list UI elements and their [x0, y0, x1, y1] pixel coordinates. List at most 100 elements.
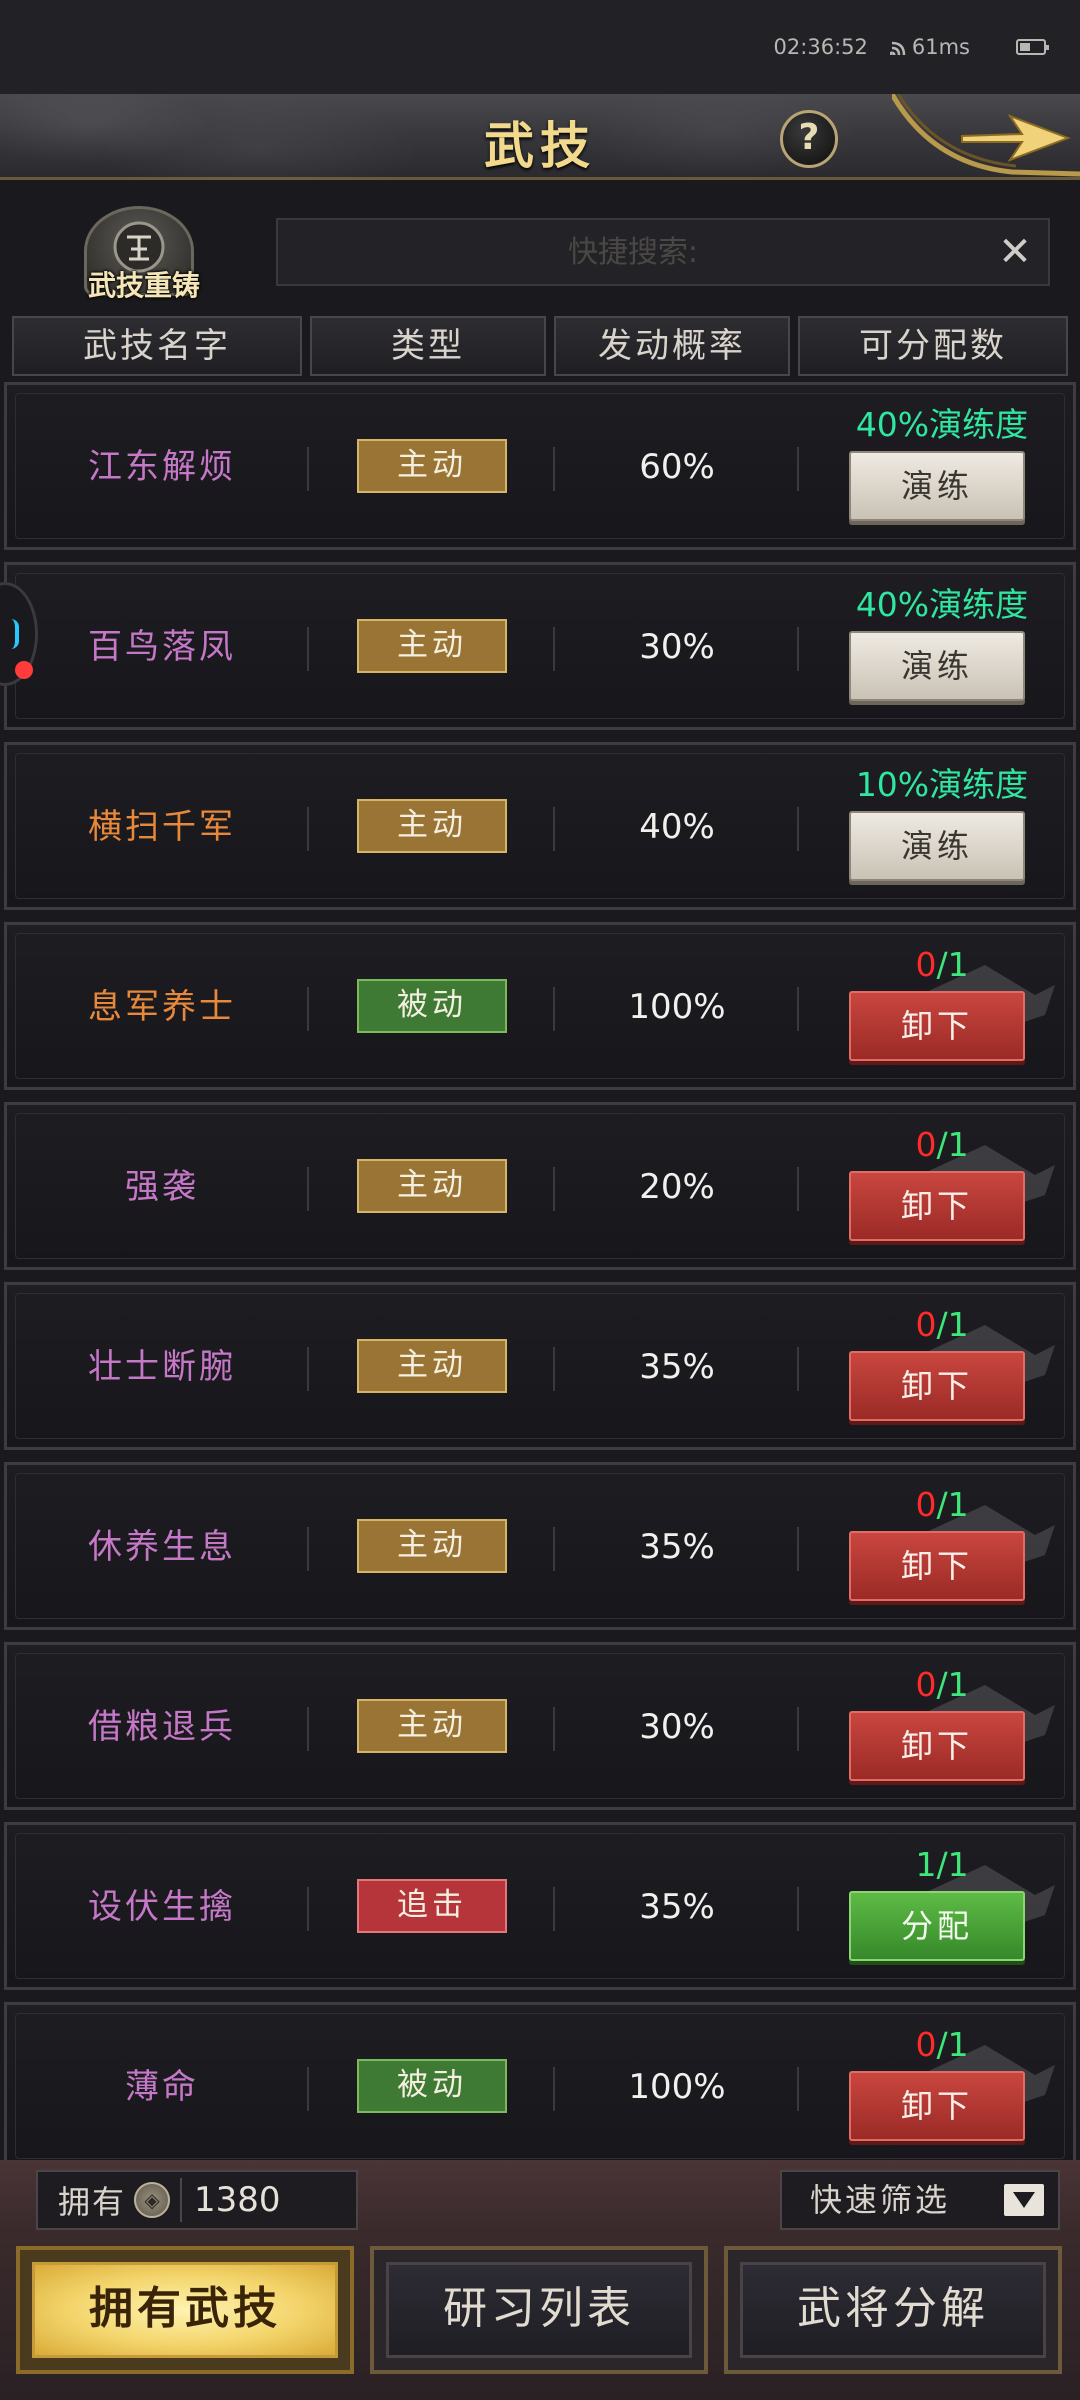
skill-list[interactable]: 江东解烦 主动 60% 40%演练度 演练 百鸟落凤 主动 30% 40%演练度…: [4, 382, 1076, 2162]
skill-row[interactable]: 横扫千军 主动 40% 10%演练度 演练: [4, 742, 1076, 910]
page-title: 武技: [484, 116, 596, 175]
skill-name: 壮士断腕: [88, 1347, 236, 1387]
assign-count: 0/1: [915, 1305, 969, 1344]
status-time: 02:36:52: [773, 35, 868, 59]
skill-name: 设伏生擒: [88, 1887, 236, 1927]
assign-count-used: 0: [915, 1665, 937, 1704]
skill-row[interactable]: 休养生息 主动 35% 0/1 卸下: [4, 1462, 1076, 1630]
unload-button[interactable]: 卸下: [849, 1711, 1025, 1781]
tab-owned-skills[interactable]: 拥有武技: [16, 2246, 354, 2374]
bottom-bar: 拥有 ◈ 1380 快速筛选 拥有武技 研习列表 武将分解: [0, 2160, 1080, 2400]
assign-count: 0/1: [915, 945, 969, 984]
signal-icon: [889, 41, 906, 55]
tab-study-list[interactable]: 研习列表: [370, 2246, 708, 2374]
skill-probability: 60%: [639, 447, 715, 487]
column-header-name: 武技名字: [12, 316, 302, 376]
reforge-button[interactable]: 武技重铸: [80, 200, 200, 310]
column-header-type: 类型: [310, 316, 546, 376]
skill-row[interactable]: 壮士断腕 主动 35% 0/1 卸下: [4, 1282, 1076, 1450]
practice-button[interactable]: 演练: [849, 631, 1025, 701]
owned-label: 拥有: [58, 2183, 127, 2221]
title-bar: 武技 ?: [0, 92, 1080, 180]
skill-row[interactable]: 江东解烦 主动 60% 40%演练度 演练: [4, 382, 1076, 550]
unload-button[interactable]: 卸下: [849, 991, 1025, 1061]
skill-row[interactable]: 设伏生擒 追击 35% 1/1 分配: [4, 1822, 1076, 1990]
reforge-label: 武技重铸: [87, 269, 200, 302]
skill-probability: 30%: [639, 627, 715, 667]
practice-progress: 40%演练度: [855, 585, 1029, 624]
notification-dot: [15, 661, 33, 679]
skill-row[interactable]: 百鸟落凤 主动 30% 40%演练度 演练: [4, 562, 1076, 730]
assign-count-used: 1: [915, 1845, 937, 1884]
skill-type-badge: 主动: [357, 1699, 507, 1753]
status-network: 61ms: [889, 35, 970, 59]
practice-progress: 10%演练度: [855, 765, 1029, 804]
search-input[interactable]: [278, 220, 1048, 284]
assign-count: 0/1: [915, 1665, 969, 1704]
skill-row[interactable]: 强袭 主动 20% 0/1 卸下: [4, 1102, 1076, 1270]
assign-count-used: 0: [915, 1305, 937, 1344]
assign-count: 0/1: [915, 2025, 969, 2064]
skill-name: 休养生息: [88, 1527, 236, 1567]
arrow-right-icon: [889, 92, 1080, 177]
skill-type-badge: 被动: [357, 2059, 507, 2113]
assign-count-used: 0: [915, 2025, 937, 2064]
skill-type-badge: 主动: [357, 1339, 507, 1393]
dropdown-arrow-icon: [1004, 2184, 1044, 2216]
skill-name: 百鸟落凤: [88, 627, 236, 667]
tab-study-list-label: 研习列表: [443, 2283, 635, 2334]
assign-count-total: 1: [947, 1305, 969, 1344]
quick-filter-label: 快速筛选: [810, 2181, 951, 2219]
clear-search-button[interactable]: ✕: [992, 230, 1038, 276]
assign-count: 0/1: [915, 1485, 969, 1524]
tab-general-decompose-label: 武将分解: [797, 2283, 989, 2334]
assign-button[interactable]: 分配: [849, 1891, 1025, 1961]
skill-type-badge: 追击: [357, 1879, 507, 1933]
skill-probability: 35%: [639, 1347, 715, 1387]
assign-count-total: 1: [947, 1665, 969, 1704]
skill-row[interactable]: 息军养士 被动 100% 0/1 卸下: [4, 922, 1076, 1090]
skill-probability: 100%: [628, 987, 726, 1027]
skill-probability: 40%: [639, 807, 715, 847]
skill-row[interactable]: 借粮退兵 主动 30% 0/1 卸下: [4, 1642, 1076, 1810]
skill-probability: 100%: [628, 2067, 726, 2107]
unload-button[interactable]: 卸下: [849, 1171, 1025, 1241]
tab-general-decompose[interactable]: 武将分解: [724, 2246, 1062, 2374]
skill-type-badge: 主动: [357, 619, 507, 673]
help-button[interactable]: ?: [780, 110, 838, 168]
skill-row[interactable]: 薄命 被动 100% 0/1 卸下: [4, 2002, 1076, 2162]
unload-button[interactable]: 卸下: [849, 1351, 1025, 1421]
column-headers: 武技名字 类型 发动概率 可分配数: [12, 316, 1068, 378]
practice-progress: 40%演练度: [855, 405, 1029, 444]
assign-count-total: 1: [947, 1125, 969, 1164]
skill-name: 江东解烦: [88, 447, 236, 487]
assign-count-total: 1: [947, 1845, 969, 1884]
skill-type-badge: 被动: [357, 979, 507, 1033]
practice-button[interactable]: 演练: [849, 451, 1025, 521]
skill-name: 借粮退兵: [88, 1707, 236, 1747]
quick-filter-dropdown[interactable]: 快速筛选: [780, 2170, 1060, 2230]
tab-owned-skills-label: 拥有武技: [89, 2283, 281, 2334]
owned-currency: 拥有 ◈ 1380: [36, 2170, 358, 2230]
battery-icon: [1016, 39, 1049, 55]
owned-value: 1380: [194, 2180, 281, 2220]
skill-probability: 30%: [639, 1707, 715, 1747]
skill-name: 薄命: [125, 2067, 199, 2107]
status-bar: 02:36:52 61ms: [0, 0, 1080, 94]
assign-count-used: 0: [915, 1485, 937, 1524]
assign-count: 1/1: [915, 1845, 969, 1884]
skill-probability: 35%: [639, 1527, 715, 1567]
back-button[interactable]: [889, 92, 1080, 178]
coin-icon: ◈: [134, 2182, 171, 2218]
assign-count-total: 1: [947, 1485, 969, 1524]
unload-button[interactable]: 卸下: [849, 2071, 1025, 2141]
unload-button[interactable]: 卸下: [849, 1531, 1025, 1601]
practice-button[interactable]: 演练: [849, 811, 1025, 881]
status-ping: 61ms: [911, 35, 970, 59]
skill-type-badge: 主动: [357, 439, 507, 493]
column-header-probability: 发动概率: [554, 316, 790, 376]
skill-type-badge: 主动: [357, 1159, 507, 1213]
skill-name: 横扫千军: [88, 807, 236, 847]
assign-count-used: 0: [915, 1125, 937, 1164]
column-header-assignable: 可分配数: [798, 316, 1068, 376]
